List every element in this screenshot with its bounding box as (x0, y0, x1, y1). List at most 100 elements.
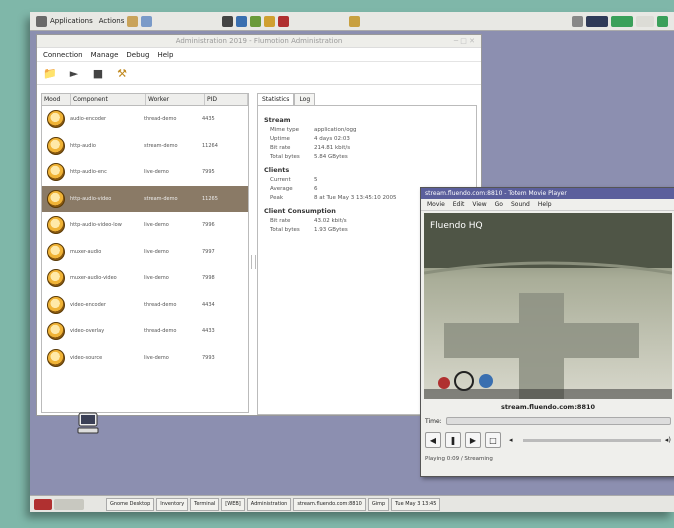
player-menu-edit[interactable]: Edit (453, 201, 465, 208)
component-pid: 7996 (202, 222, 215, 229)
mail-icon[interactable] (264, 15, 276, 27)
wrench-icon[interactable]: ⚒ (115, 66, 129, 80)
workspace-switcher[interactable] (54, 499, 84, 510)
applications-label: Applications (50, 17, 93, 25)
next-icon[interactable]: ▶ (465, 432, 481, 448)
desktop-icon[interactable] (70, 410, 106, 456)
tab-statistics[interactable]: Statistics (257, 93, 295, 105)
stop-icon[interactable]: ■ (91, 66, 105, 80)
system-tray (572, 14, 668, 28)
actions-label: Actions (98, 17, 125, 25)
network-icon[interactable] (572, 15, 583, 27)
seek-bar[interactable] (445, 417, 671, 425)
pause-icon[interactable]: ❚ (445, 432, 461, 448)
play-icon[interactable]: ► (67, 66, 81, 80)
taskbar-item[interactable]: Terminal (190, 498, 220, 511)
actions-menu[interactable]: Actions (99, 14, 153, 28)
stats-tabs: Statistics Log (257, 93, 477, 105)
menu-manage[interactable]: Manage (91, 51, 119, 59)
stat-key: Average (270, 186, 293, 192)
stat-row: Bit rate 214.81 kbit/s (264, 145, 470, 151)
clock-icon[interactable] (636, 15, 654, 27)
taskbar-item[interactable]: Gnome Desktop (106, 498, 155, 511)
component-name: http-audio-enc (70, 169, 107, 176)
terminal-icon[interactable] (222, 15, 234, 27)
component-pid: 7995 (202, 169, 215, 176)
component-name: muxer-audio (70, 248, 102, 255)
mood-happy-icon (47, 110, 65, 129)
component-name: video-overlay (70, 328, 105, 335)
menu-debug[interactable]: Debug (126, 51, 149, 59)
table-row[interactable]: http-audio-enc live-demo 7995 (42, 159, 248, 186)
desktop-screen: Applications Actions Administration 2019… (30, 12, 674, 512)
col-mood[interactable]: Mood (42, 94, 71, 105)
stat-value: 8 at Tue May 3 13:45:10 2005 (314, 195, 397, 201)
previous-icon[interactable]: ◀ (425, 432, 441, 448)
component-name: muxer-audio-video (70, 275, 117, 282)
player-window: stream.fluendo.com:8810 - Totem Movie Pl… (420, 187, 674, 477)
col-pid[interactable]: PID (205, 94, 248, 105)
player-titlebar[interactable]: stream.fluendo.com:8810 - Totem Movie Pl… (421, 188, 674, 199)
app-icon[interactable] (250, 15, 262, 27)
table-row[interactable]: muxer-audio-video live-demo 7998 (42, 265, 248, 292)
browser-icon[interactable] (236, 15, 248, 27)
table-row[interactable]: video-overlay thread-demo 4433 (42, 318, 248, 345)
component-worker: live-demo (144, 248, 169, 255)
table-row[interactable]: http-audio stream-demo 11264 (42, 133, 248, 160)
player-menu-sound[interactable]: Sound (511, 201, 530, 208)
launcher-icon-2[interactable] (141, 15, 153, 27)
stat-key: Uptime (270, 136, 290, 142)
taskbar-item[interactable]: stream.fluendo.com:8810 (293, 498, 366, 511)
col-component[interactable]: Component (71, 94, 146, 105)
component-pid: 11265 (202, 195, 218, 202)
launcher-icon[interactable] (127, 15, 139, 27)
player-menu-help[interactable]: Help (538, 201, 552, 208)
component-name: http-audio-video-low (70, 222, 122, 229)
clients-heading: Clients (264, 166, 290, 174)
volume-slider[interactable] (522, 438, 661, 442)
taskbar-item[interactable]: Gimp (367, 498, 390, 511)
tool-icon[interactable] (278, 15, 290, 27)
admin-window-title: Administration 2019 - Flumotion Administ… (175, 37, 343, 45)
player-menu-go[interactable]: Go (495, 201, 503, 208)
table-row[interactable]: http-audio-video stream-demo 11265 (42, 185, 248, 212)
component-worker: stream-demo (144, 142, 178, 149)
table-row[interactable]: video-source live-demo 7993 (42, 345, 248, 372)
table-row[interactable]: muxer-audio live-demo 7997 (42, 239, 248, 266)
top-panel: Applications Actions (30, 12, 674, 31)
component-pid: 4434 (202, 301, 215, 308)
component-worker: live-demo (144, 275, 169, 282)
player-menu-view[interactable]: View (472, 201, 486, 208)
player-menu-movie[interactable]: Movie (427, 201, 445, 208)
table-row[interactable]: http-audio-video-low live-demo 7996 (42, 212, 248, 239)
battery-icon (611, 15, 633, 27)
taskbar-item[interactable]: Inventory (156, 498, 189, 511)
video-area[interactable]: Fluendo HQ (424, 213, 672, 399)
playlist-icon[interactable]: □ (485, 432, 501, 448)
admin-titlebar[interactable]: Administration 2019 - Flumotion Administ… (37, 35, 481, 48)
col-worker[interactable]: Worker (146, 94, 205, 105)
mood-happy-icon (47, 322, 65, 341)
stat-row: Mime type application/ogg (264, 127, 470, 133)
window-buttons-icon[interactable]: ─ □ ✕ (454, 37, 475, 45)
admin-menubar: Connection Manage Debug Help (37, 48, 481, 62)
stat-value: 214.81 kbit/s (314, 145, 351, 151)
stat-row: Total bytes 5.84 GBytes (264, 154, 470, 160)
tab-log[interactable]: Log (294, 93, 316, 105)
menu-help[interactable]: Help (157, 51, 173, 59)
video-caption: Fluendo HQ (430, 221, 483, 231)
open-folder-icon[interactable]: 📁 (43, 66, 57, 80)
notify-icon[interactable] (349, 15, 361, 27)
applications-menu[interactable]: Applications (36, 14, 93, 28)
taskbar-item[interactable]: Administration (246, 498, 292, 511)
table-row[interactable]: audio-encoder thread-demo 4435 (42, 106, 248, 133)
mood-happy-icon (47, 163, 65, 182)
volume-icon[interactable] (657, 15, 668, 27)
table-row[interactable]: video-encoder thread-demo 4434 (42, 292, 248, 319)
taskbar-item[interactable]: Tue May 3 13:45 (391, 498, 441, 511)
show-desktop-icon[interactable] (34, 499, 52, 510)
component-pid: 7998 (202, 275, 215, 282)
taskbar-item[interactable]: [WEB] (221, 498, 245, 511)
menu-connection[interactable]: Connection (43, 51, 83, 59)
pane-splitter[interactable] (251, 255, 256, 269)
